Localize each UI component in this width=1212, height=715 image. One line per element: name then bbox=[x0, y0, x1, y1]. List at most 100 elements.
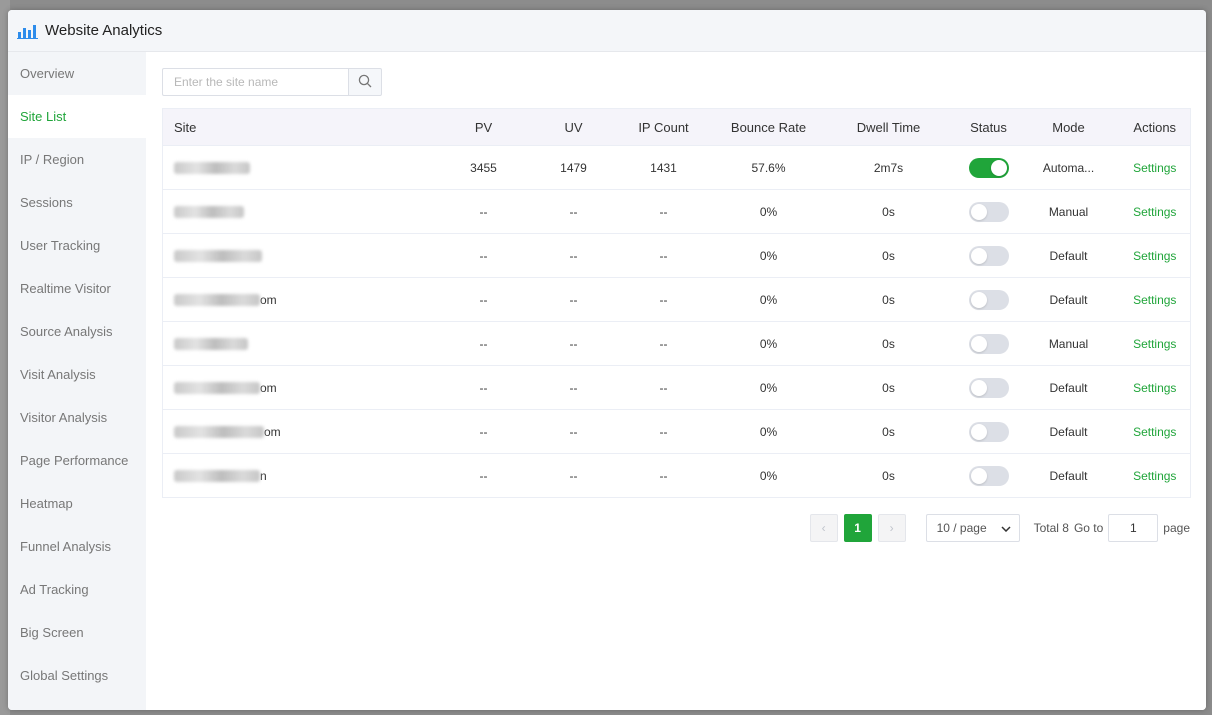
page-size-value: 10 / page bbox=[936, 521, 987, 535]
toggle-knob bbox=[970, 467, 987, 484]
sidebar-item-realtime-visitor[interactable]: Realtime Visitor bbox=[8, 267, 146, 310]
search-button[interactable] bbox=[348, 68, 382, 96]
status-cell bbox=[959, 233, 1018, 278]
toggle-knob bbox=[970, 203, 987, 220]
sidebar-item-user-tracking[interactable]: User Tracking bbox=[8, 224, 146, 267]
redacted-site-name bbox=[174, 425, 264, 438]
settings-link[interactable]: Settings bbox=[1133, 469, 1176, 483]
settings-link[interactable]: Settings bbox=[1133, 337, 1176, 351]
bounce-rate-cell: 0% bbox=[719, 365, 818, 410]
goto-label: Go to bbox=[1073, 521, 1104, 535]
settings-link[interactable]: Settings bbox=[1133, 161, 1176, 175]
pv-cell: -- bbox=[427, 321, 540, 366]
column-header-dwell-time: Dwell Time bbox=[817, 108, 960, 146]
uv-cell: -- bbox=[539, 321, 608, 366]
redacted-site-name bbox=[174, 161, 250, 174]
mode-cell: Manual bbox=[1017, 321, 1120, 366]
status-cell bbox=[959, 277, 1018, 322]
mode-cell: Default bbox=[1017, 453, 1120, 498]
redacted-site-name bbox=[174, 337, 248, 350]
column-header-pv: PV bbox=[427, 108, 540, 146]
dwell-time-cell: 0s bbox=[817, 189, 960, 234]
bounce-rate-cell: 0% bbox=[719, 321, 818, 366]
redacted-site-name bbox=[174, 381, 260, 394]
actions-cell: Settings bbox=[1119, 233, 1191, 278]
sidebar-item-funnel-analysis[interactable]: Funnel Analysis bbox=[8, 525, 146, 568]
table-row: -- -- -- 0% 0s Default Settings bbox=[162, 233, 1191, 278]
sidebar-item-global-settings[interactable]: Global Settings bbox=[8, 654, 146, 697]
sidebar-item-overview[interactable]: Overview bbox=[8, 52, 146, 95]
actions-cell: Settings bbox=[1119, 365, 1191, 410]
settings-link[interactable]: Settings bbox=[1133, 425, 1176, 439]
sidebar-item-heatmap[interactable]: Heatmap bbox=[8, 482, 146, 525]
redacted-site-name bbox=[174, 249, 262, 262]
sidebar-item-visitor-analysis[interactable]: Visitor Analysis bbox=[8, 396, 146, 439]
site-table: Site PV UV IP Count Bounce Rate Dwell Time Sta… bbox=[162, 108, 1191, 498]
chevron-left-icon: ‹ bbox=[821, 521, 826, 535]
ip-count-cell: -- bbox=[607, 321, 720, 366]
next-page-button[interactable]: › bbox=[877, 514, 906, 542]
page-number-1[interactable]: 1 bbox=[843, 514, 872, 542]
status-cell bbox=[959, 453, 1018, 498]
sidebar-item-source-analysis[interactable]: Source Analysis bbox=[8, 310, 146, 353]
bounce-rate-cell: 57.6% bbox=[719, 145, 818, 190]
table-row: om -- -- -- 0% 0s Default Settings bbox=[162, 409, 1191, 454]
ip-count-cell: -- bbox=[607, 453, 720, 498]
status-toggle[interactable] bbox=[968, 289, 1009, 310]
sidebar-item-ip-region[interactable]: IP / Region bbox=[8, 138, 146, 181]
site-name-suffix: om bbox=[260, 292, 277, 307]
bounce-rate-cell: 0% bbox=[719, 277, 818, 322]
dwell-time-cell: 0s bbox=[817, 409, 960, 454]
sidebar-item-ad-tracking[interactable]: Ad Tracking bbox=[8, 568, 146, 611]
prev-page-button[interactable]: ‹ bbox=[809, 514, 838, 542]
redacted-site-name bbox=[174, 205, 244, 218]
toggle-knob bbox=[970, 379, 987, 396]
bounce-rate-cell: 0% bbox=[719, 453, 818, 498]
title-bar: Website Analytics bbox=[8, 10, 1206, 52]
site-name-suffix: n bbox=[260, 468, 267, 483]
dwell-time-cell: 0s bbox=[817, 453, 960, 498]
table-row: -- -- -- 0% 0s Manual Settings bbox=[162, 189, 1191, 234]
actions-cell: Settings bbox=[1119, 453, 1191, 498]
status-cell bbox=[959, 189, 1018, 234]
toggle-knob bbox=[970, 335, 987, 352]
actions-cell: Settings bbox=[1119, 321, 1191, 366]
page-size-select[interactable]: 10 / page bbox=[925, 514, 1020, 542]
status-cell bbox=[959, 365, 1018, 410]
status-toggle[interactable] bbox=[968, 333, 1009, 354]
settings-link[interactable]: Settings bbox=[1133, 293, 1176, 307]
sidebar-item-big-screen[interactable]: Big Screen bbox=[8, 611, 146, 654]
pagination: ‹ 1 › 10 / page Total 8 Go to page bbox=[162, 514, 1190, 542]
table-row: n -- -- -- 0% 0s Default Settings bbox=[162, 453, 1191, 498]
settings-link[interactable]: Settings bbox=[1133, 381, 1176, 395]
sidebar-item-page-performance[interactable]: Page Performance bbox=[8, 439, 146, 482]
column-header-uv: UV bbox=[539, 108, 608, 146]
pv-cell: 3455 bbox=[427, 145, 540, 190]
sidebar-item-visit-analysis[interactable]: Visit Analysis bbox=[8, 353, 146, 396]
site-search-input[interactable] bbox=[162, 68, 348, 96]
status-toggle[interactable] bbox=[968, 377, 1009, 398]
ip-count-cell: -- bbox=[607, 277, 720, 322]
mode-cell: Default bbox=[1017, 233, 1120, 278]
sidebar-item-sessions[interactable]: Sessions bbox=[8, 181, 146, 224]
table-row: 3455 1479 1431 57.6% 2m7s Automa... Settings bbox=[162, 145, 1191, 190]
main-content: SitePVUVIP CountBounce RateDwell TimeSta… bbox=[146, 52, 1206, 710]
actions-cell: Settings bbox=[1119, 409, 1191, 454]
dwell-time-cell: 0s bbox=[817, 233, 960, 278]
status-toggle[interactable] bbox=[968, 421, 1009, 442]
settings-link[interactable]: Settings bbox=[1133, 205, 1176, 219]
site-name-suffix: om bbox=[260, 380, 277, 395]
status-toggle[interactable] bbox=[968, 201, 1009, 222]
table-header-row: Site PV UV IP Count Bounce Rate Dwell Time Sta… bbox=[162, 108, 1191, 146]
status-toggle[interactable] bbox=[968, 157, 1009, 178]
sidebar-item-site-list[interactable]: Site List bbox=[8, 95, 146, 138]
status-toggle[interactable] bbox=[968, 465, 1009, 486]
column-header-mode: Mode bbox=[1017, 108, 1120, 146]
uv-cell: -- bbox=[539, 453, 608, 498]
status-toggle[interactable] bbox=[968, 245, 1009, 266]
mode-cell: Default bbox=[1017, 277, 1120, 322]
bounce-rate-cell: 0% bbox=[719, 409, 818, 454]
analytics-dialog: Website Analytics Overview Site List IP / … bbox=[8, 10, 1206, 710]
goto-page-input[interactable] bbox=[1108, 514, 1159, 542]
settings-link[interactable]: Settings bbox=[1133, 249, 1176, 263]
